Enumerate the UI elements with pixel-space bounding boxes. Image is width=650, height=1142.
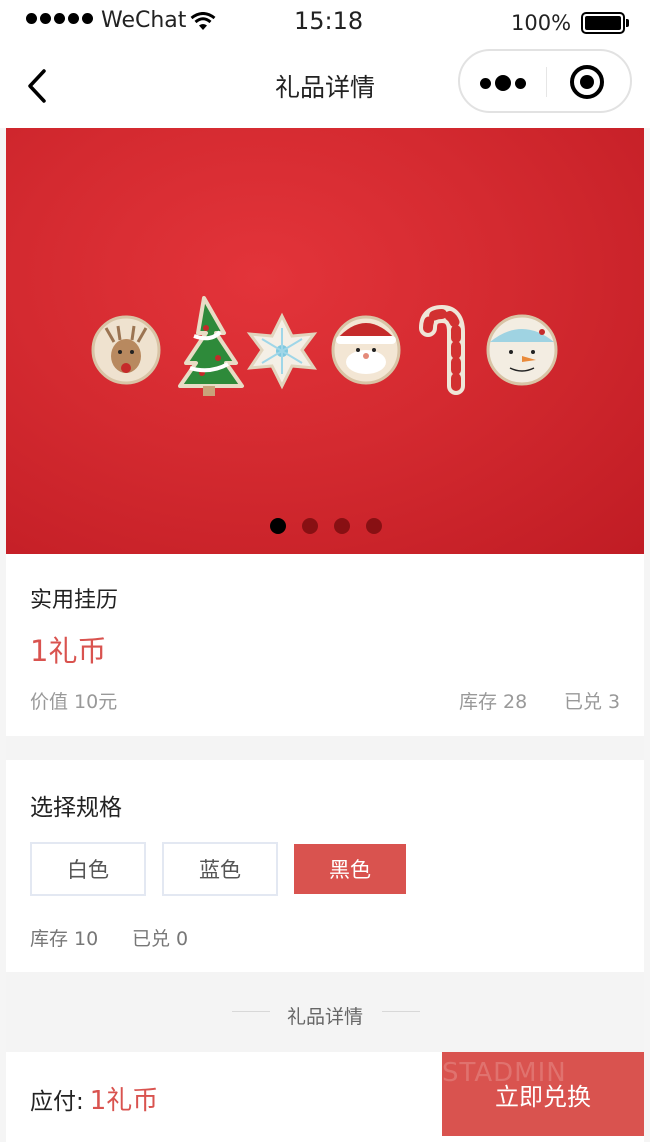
spec-option-black[interactable]: 黑色 — [294, 844, 406, 894]
carousel-dot[interactable] — [334, 518, 350, 534]
close-miniprogram-icon[interactable] — [570, 65, 604, 99]
product-redeemed: 已兑 3 — [564, 691, 621, 713]
redeem-button[interactable]: STADMIN 立即兑换 — [442, 1052, 644, 1136]
battery-icon — [581, 12, 629, 34]
snowflake-cookie-icon — [246, 312, 318, 390]
carousel-indicators — [270, 518, 382, 534]
pay-label: 应付: — [30, 1089, 84, 1115]
signal-icon — [26, 13, 93, 24]
product-price: 1礼币 — [30, 634, 107, 668]
bottom-action-bar: 应付: 1礼币 STADMIN 立即兑换 — [6, 1052, 644, 1142]
redeem-button-label: 立即兑换 — [495, 1082, 591, 1111]
nav-bar: 礼品详情 — [0, 46, 650, 128]
product-name: 实用挂历 — [30, 588, 119, 613]
value-label: 价值 — [30, 691, 69, 713]
spec-option-white[interactable]: 白色 — [30, 842, 146, 896]
carousel-dot[interactable] — [302, 518, 318, 534]
product-banner[interactable] — [6, 128, 644, 554]
status-bar: WeChat 15:18 100% — [0, 0, 650, 46]
carrier-name: WeChat — [101, 8, 187, 33]
tree-cookie-icon — [178, 296, 244, 396]
detail-heading: 礼品详情 — [286, 1006, 363, 1028]
carousel-dot[interactable] — [270, 518, 286, 534]
divider-line-right — [382, 1011, 420, 1012]
santa-cookie-icon — [331, 315, 401, 385]
clock: 15:18 — [294, 7, 364, 35]
spec-card: 选择规格 白色 蓝色 黑色 库存 10 已兑 0 — [6, 760, 644, 972]
spec-label: 选择规格 — [30, 795, 122, 821]
candy-cane-cookie-icon — [419, 304, 465, 395]
product-stock: 库存 28 — [459, 691, 528, 713]
spec-stock: 库存 10 — [30, 928, 99, 950]
miniprogram-capsule — [458, 49, 632, 113]
product-value: 价值 10元 — [30, 687, 117, 714]
reindeer-cookie-icon — [91, 315, 161, 385]
capsule-divider — [546, 67, 547, 97]
banner-image — [91, 296, 558, 396]
snowman-cookie-icon — [486, 314, 558, 386]
more-icon[interactable] — [480, 75, 526, 91]
value-amount: 10元 — [74, 691, 118, 713]
wifi-icon — [190, 12, 216, 30]
spec-option-blue[interactable]: 蓝色 — [162, 842, 278, 896]
product-info-card: 实用挂历 1礼币 价值 10元 库存 28 已兑 3 — [6, 554, 644, 736]
detail-section-header: 礼品详情 — [6, 972, 644, 1052]
carousel-dot[interactable] — [366, 518, 382, 534]
spec-redeemed: 已兑 0 — [132, 928, 189, 950]
pay-summary: 应付: 1礼币 — [30, 1080, 158, 1117]
pay-amount: 1礼币 — [89, 1086, 159, 1116]
battery-percent: 100% — [511, 11, 572, 35]
